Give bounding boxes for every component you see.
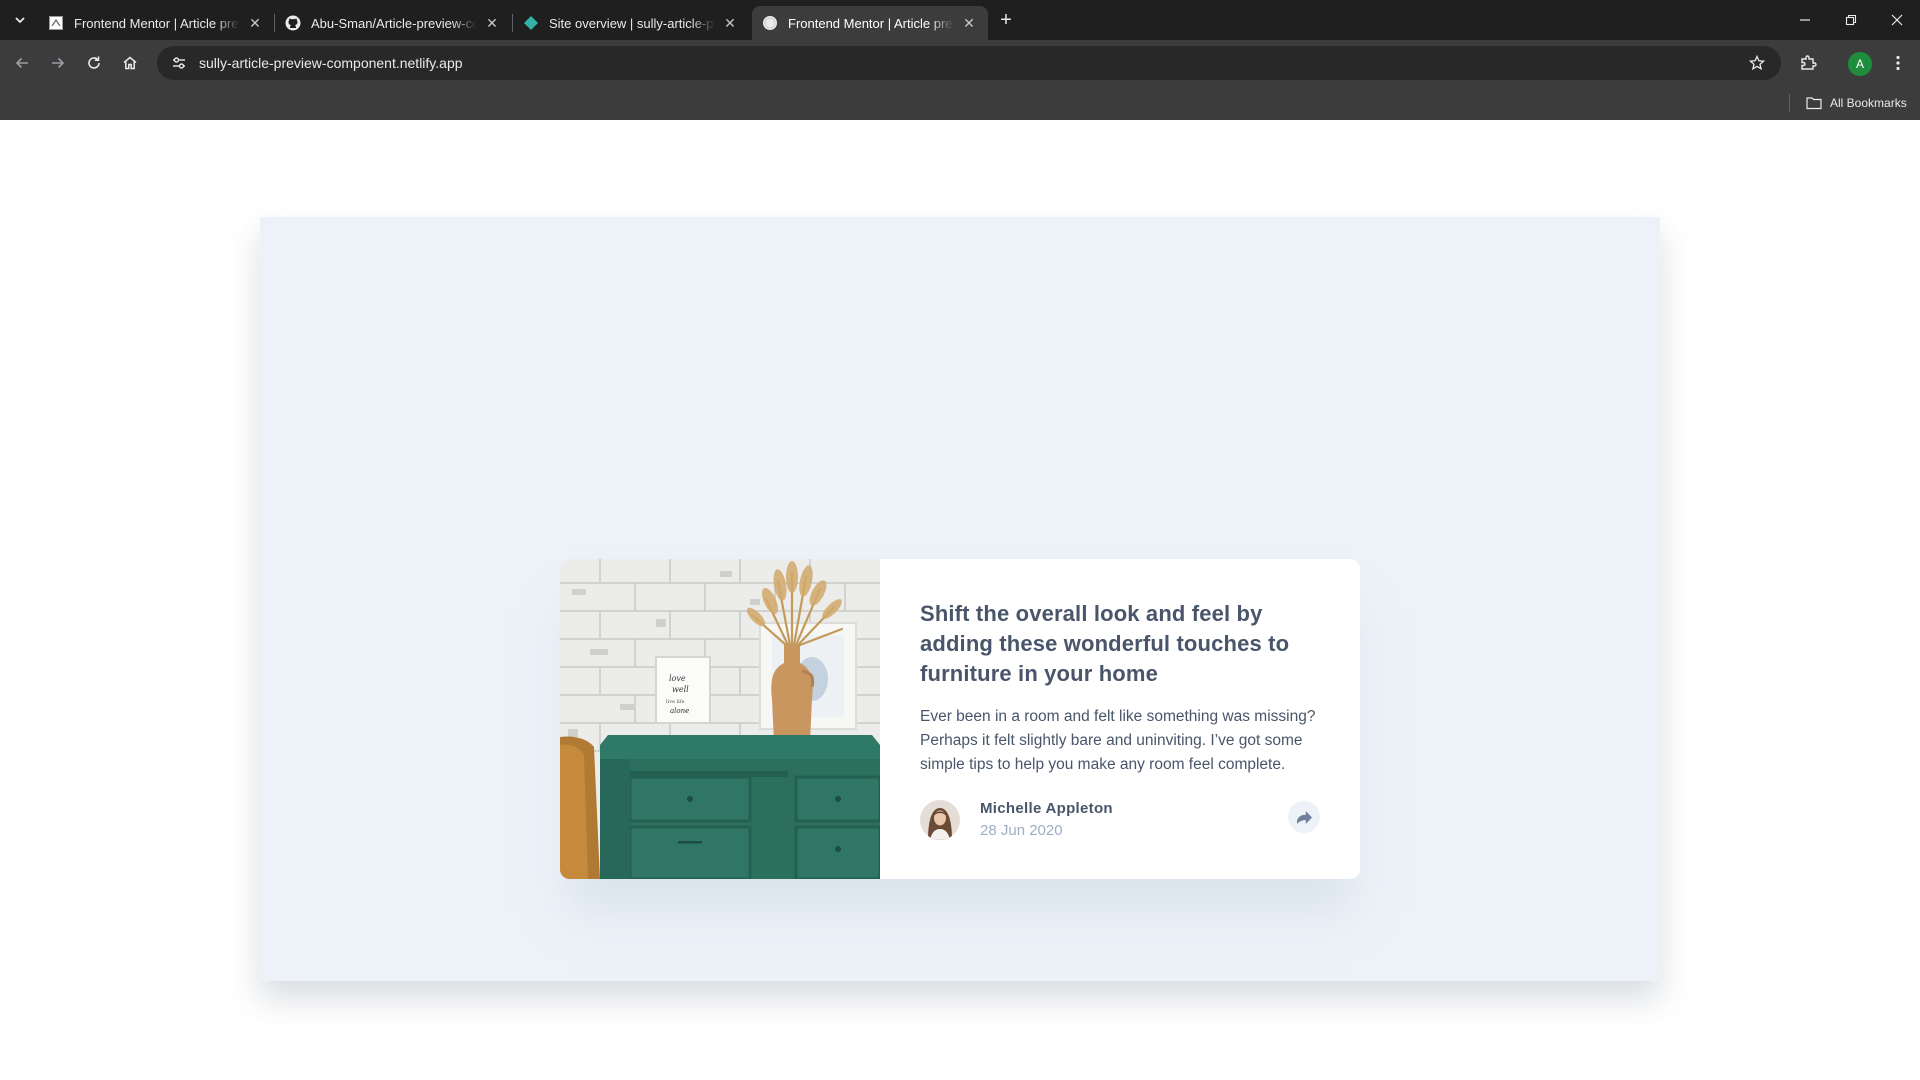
article-card: love well live life alone Shift the over… — [560, 559, 1360, 879]
extensions-puzzle-icon[interactable] — [1796, 51, 1820, 75]
svg-text:alone: alone — [670, 707, 689, 715]
author-avatar — [920, 800, 960, 840]
publish-date: 28 Jun 2020 — [980, 822, 1063, 839]
forward-arrow-icon[interactable] — [46, 51, 70, 75]
bookmark-star-icon[interactable] — [1747, 53, 1767, 73]
url-text[interactable]: sully-article-preview-component.netlify.… — [199, 55, 463, 71]
bookmarks-bar: All Bookmarks — [0, 86, 1920, 120]
svg-text:well: well — [672, 685, 689, 694]
profile-avatar[interactable]: A — [1848, 52, 1872, 76]
kebab-menu-icon[interactable] — [1888, 51, 1908, 75]
minimize-icon[interactable] — [1782, 0, 1828, 40]
author-row: Michelle Appleton 28 Jun 2020 — [920, 799, 1320, 841]
article-image: love well live life alone — [560, 559, 880, 879]
author-name: Michelle Appleton — [980, 800, 1113, 817]
home-icon[interactable] — [118, 51, 142, 75]
folder-icon — [1806, 96, 1822, 110]
tab-close-icon[interactable]: ✕ — [721, 14, 739, 32]
tab-title: Site overview | sully-article-pre — [549, 15, 715, 31]
share-button[interactable] — [1288, 801, 1320, 833]
new-tab-button[interactable]: + — [994, 8, 1018, 32]
restore-icon[interactable] — [1828, 0, 1874, 40]
share-icon — [1296, 810, 1312, 824]
close-window-icon[interactable] — [1874, 0, 1920, 40]
tab-search-chevron-icon[interactable] — [10, 10, 30, 30]
site-info-icon[interactable] — [169, 53, 189, 73]
svg-text:live life: live life — [666, 699, 685, 705]
article-content: Shift the overall look and feel by addin… — [880, 559, 1360, 879]
drawers-illustration: love well live life alone — [560, 559, 880, 879]
address-bar[interactable]: sully-article-preview-component.netlify.… — [157, 46, 1781, 80]
page-viewport: love well live life alone Shift the over… — [0, 120, 1920, 1080]
browser-toolbar: sully-article-preview-component.netlify.… — [0, 40, 1920, 86]
tab-close-icon[interactable]: ✕ — [960, 14, 978, 32]
tab-title: Frontend Mentor | Article previ — [74, 15, 240, 31]
tab-frontend-mentor-1[interactable]: Frontend Mentor | Article previ ✕ — [38, 6, 274, 40]
tab-github[interactable]: Abu-Sman/Article-preview-com ✕ — [275, 6, 511, 40]
tab-title: Abu-Sman/Article-preview-com — [311, 15, 477, 31]
github-icon — [285, 15, 301, 31]
tab-netlify[interactable]: Site overview | sully-article-pre ✕ — [513, 6, 749, 40]
frontend-mentor-icon — [48, 15, 64, 31]
svg-text:love: love — [669, 674, 686, 683]
tab-frontend-mentor-active[interactable]: Frontend Mentor | Article previ ✕ — [752, 6, 988, 40]
bookmarks-separator — [1789, 94, 1790, 112]
tab-close-icon[interactable]: ✕ — [483, 14, 501, 32]
author-meta: Michelle Appleton 28 Jun 2020 — [980, 798, 1113, 842]
reload-icon[interactable] — [82, 51, 106, 75]
article-headline[interactable]: Shift the overall look and feel by addin… — [920, 599, 1320, 689]
browser-chrome: Frontend Mentor | Article previ ✕ Abu-Sm… — [0, 0, 1920, 120]
netlify-icon — [523, 15, 539, 31]
tab-title: Frontend Mentor | Article previ — [788, 15, 954, 31]
globe-icon — [762, 15, 778, 31]
article-excerpt: Ever been in a room and felt like someth… — [920, 708, 1316, 773]
tab-close-icon[interactable]: ✕ — [246, 14, 264, 32]
all-bookmarks-label: All Bookmarks — [1830, 96, 1907, 110]
tab-strip: Frontend Mentor | Article previ ✕ Abu-Sm… — [0, 0, 1920, 40]
all-bookmarks-button[interactable]: All Bookmarks — [1806, 93, 1907, 113]
back-arrow-icon[interactable] — [10, 51, 34, 75]
